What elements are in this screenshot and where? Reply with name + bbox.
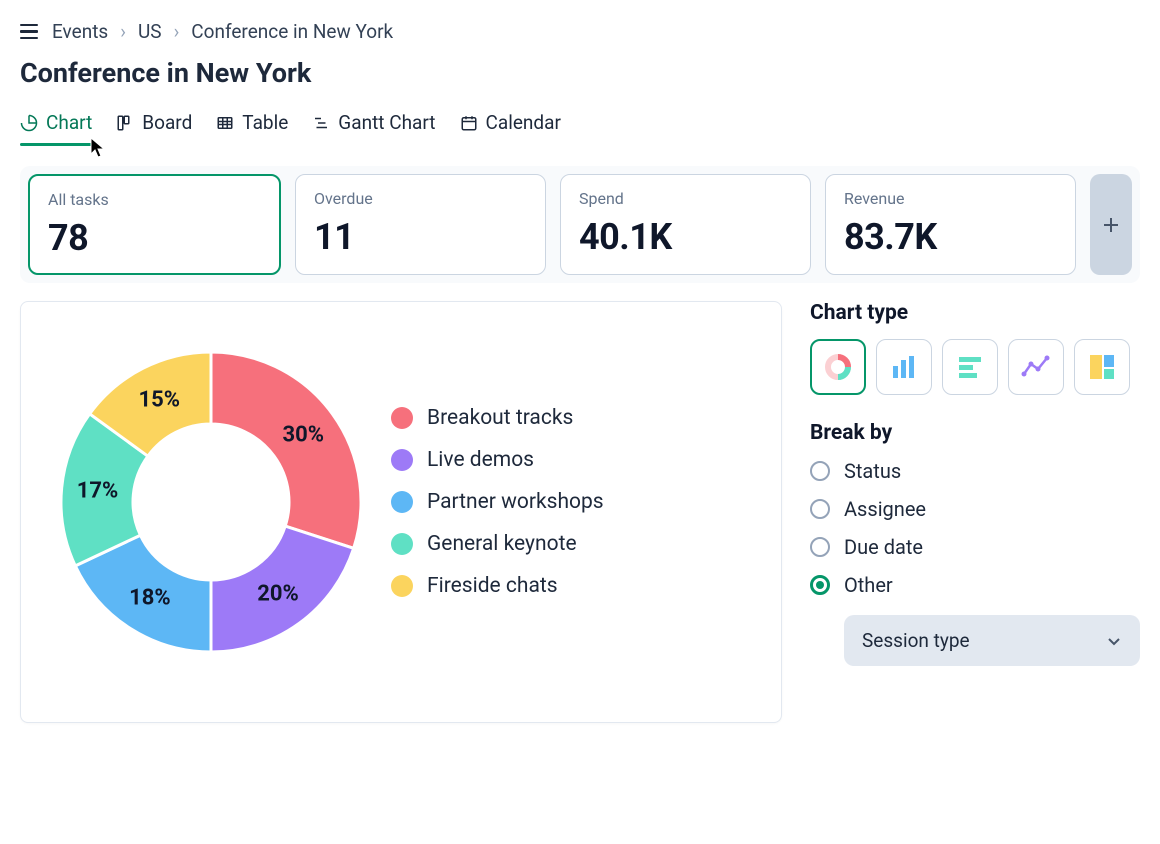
chart-type-line[interactable]: [1008, 339, 1064, 395]
legend-swatch: [391, 449, 413, 471]
donut-chart: 30% 20% 18% 17% 15%: [51, 342, 371, 662]
tab-label: Chart: [46, 111, 92, 134]
legend-swatch: [391, 575, 413, 597]
chart-type-bar[interactable]: [876, 339, 932, 395]
radio-icon: [810, 461, 830, 481]
chart-type-treemap[interactable]: [1074, 339, 1130, 395]
donut-slice-label: 15%: [138, 388, 180, 413]
tab-label: Gantt Chart: [338, 111, 435, 134]
card-all-tasks[interactable]: All tasks 78: [28, 174, 281, 275]
legend-label: Breakout tracks: [427, 406, 573, 430]
summary-cards: All tasks 78 Overdue 11 Spend 40.1K Reve…: [20, 166, 1140, 283]
menu-icon[interactable]: [20, 24, 38, 39]
card-label: Revenue: [844, 189, 1057, 208]
legend-label: Fireside chats: [427, 574, 558, 598]
donut-slice-label: 20%: [257, 582, 299, 607]
legend-label: Partner workshops: [427, 490, 604, 514]
radio-icon: [810, 537, 830, 557]
chevron-down-icon: [1106, 633, 1122, 649]
legend-label: Live demos: [427, 448, 534, 472]
legend-swatch: [391, 407, 413, 429]
breadcrumb: Events › US › Conference in New York: [52, 20, 393, 43]
chart-panel: 30% 20% 18% 17% 15% Breakout tracks Live demo…: [20, 301, 782, 723]
tab-calendar[interactable]: Calendar: [460, 107, 561, 146]
radio-icon: [810, 499, 830, 519]
legend-item: Partner workshops: [391, 490, 604, 514]
legend-swatch: [391, 533, 413, 555]
chart-type-donut[interactable]: [810, 339, 866, 395]
cursor-icon: [90, 137, 108, 159]
radio-label: Other: [844, 573, 893, 597]
break-by-option[interactable]: Due date: [810, 535, 1140, 559]
legend-swatch: [391, 491, 413, 513]
radio-label: Assignee: [844, 497, 926, 521]
tab-label: Table: [242, 111, 288, 134]
break-by-option[interactable]: Assignee: [810, 497, 1140, 521]
tab-label: Calendar: [486, 111, 561, 134]
donut-slice-label: 17%: [77, 479, 119, 504]
legend-item: General keynote: [391, 532, 604, 556]
break-by-option[interactable]: Status: [810, 459, 1140, 483]
donut-slice-label: 18%: [129, 586, 171, 611]
tab-board[interactable]: Board: [116, 107, 192, 146]
chart-config-panel: Chart type: [810, 301, 1140, 723]
dropdown-value: Session type: [862, 629, 970, 652]
break-by-heading: Break by: [810, 421, 1140, 445]
card-spend[interactable]: Spend 40.1K: [560, 174, 811, 275]
chart-legend: Breakout tracks Live demos Partner worksho…: [391, 406, 604, 598]
chart-type-heading: Chart type: [810, 301, 1140, 325]
page-title: Conference in New York: [20, 57, 1140, 89]
breadcrumb-us[interactable]: US: [138, 20, 162, 43]
card-overdue[interactable]: Overdue 11: [295, 174, 546, 275]
card-label: Spend: [579, 189, 792, 208]
tab-gantt[interactable]: Gantt Chart: [312, 107, 435, 146]
radio-label: Status: [844, 459, 901, 483]
legend-label: General keynote: [427, 532, 577, 556]
card-label: Overdue: [314, 189, 527, 208]
tab-chart[interactable]: Chart: [20, 107, 92, 146]
card-label: All tasks: [48, 190, 261, 209]
card-value: 11: [314, 216, 527, 258]
chevron-right-icon: ›: [120, 20, 126, 43]
legend-item: Fireside chats: [391, 574, 604, 598]
chart-type-hbar[interactable]: [942, 339, 998, 395]
add-card-button[interactable]: [1090, 174, 1132, 275]
legend-item: Live demos: [391, 448, 604, 472]
donut-slice-label: 30%: [282, 422, 324, 447]
chevron-right-icon: ›: [174, 20, 180, 43]
card-revenue[interactable]: Revenue 83.7K: [825, 174, 1076, 275]
card-value: 83.7K: [844, 216, 1057, 258]
card-value: 78: [48, 217, 261, 259]
break-by-options: Status Assignee Due date Other: [810, 459, 1140, 597]
tab-label: Board: [142, 111, 192, 134]
view-tabs: Chart Board Table Gantt Chart Calendar: [20, 107, 1140, 146]
tab-table[interactable]: Table: [216, 107, 288, 146]
card-value: 40.1K: [579, 216, 792, 258]
legend-item: Breakout tracks: [391, 406, 604, 430]
breadcrumb-current: Conference in New York: [191, 20, 393, 43]
breadcrumb-events[interactable]: Events: [52, 20, 108, 43]
radio-label: Due date: [844, 535, 923, 559]
radio-icon: [810, 575, 830, 595]
break-by-dropdown[interactable]: Session type: [844, 615, 1140, 666]
break-by-option[interactable]: Other: [810, 573, 1140, 597]
donut-slice: [211, 352, 361, 548]
